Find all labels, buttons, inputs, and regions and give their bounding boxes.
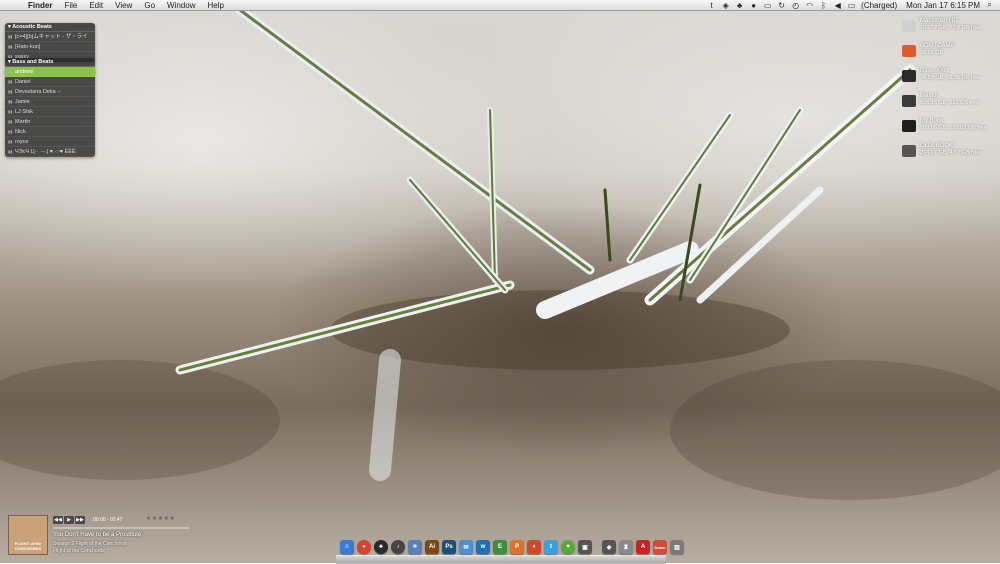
dock-chrome-icon[interactable]: ● xyxy=(357,540,371,554)
external-drive-icon xyxy=(902,120,916,132)
dock-itunes-icon[interactable]: ♪ xyxy=(391,540,405,554)
drive-old-book[interactable]: OLD_BOOK 234.97 GB, 47.7 GB free xyxy=(902,143,992,168)
drive-info: 999.86 GB, 129.83 GB free xyxy=(920,125,987,131)
drive-macintosh-hd[interactable]: Macintosh HD 199.72 GB, 77.8 GB free xyxy=(902,18,992,43)
desktop-wallpaper xyxy=(0,0,1000,563)
list-item[interactable]: ▮▮ royce xyxy=(5,137,95,147)
playlist-panel-bass: ▾ Bass and Beats ▮▮ andrew ▮▮ Daniel ▮▮ Dev… xyxy=(5,58,95,157)
dock-trash-icon[interactable]: ▥ xyxy=(670,540,684,554)
dock-adobe-icon[interactable]: A xyxy=(636,540,650,554)
menu-view[interactable]: View xyxy=(109,1,138,10)
dock-finder-icon[interactable]: ☺ xyxy=(340,540,354,554)
dropbox-icon[interactable]: ◈ xyxy=(721,1,730,10)
list-item[interactable]: ▮▮ andrew xyxy=(5,67,95,77)
spotlight-icon[interactable]: ⌕ xyxy=(985,0,994,10)
playlist-title[interactable]: ▾ Acoustic Beats xyxy=(5,23,95,32)
track-album: Season 2 Flight of the Conchords xyxy=(53,541,128,547)
list-item[interactable]: ▮▮ Nick xyxy=(5,127,95,137)
battery-label: (Charged) xyxy=(861,0,898,10)
track-progress[interactable] xyxy=(53,527,189,529)
menu-bar: Finder File Edit View Go Window Help t ◈… xyxy=(0,0,1000,11)
dock-downloads-icon[interactable]: Down xyxy=(653,540,667,554)
drive-name: Maxtor xyxy=(920,93,939,99)
ipod-drive-icon xyxy=(902,70,916,82)
dock-feed-reader-icon[interactable]: ♦ xyxy=(527,540,541,554)
sync-icon[interactable]: ↻ xyxy=(777,1,786,10)
rating-stars[interactable]: ★★★★★ xyxy=(146,515,175,522)
apple-drive-icon xyxy=(902,20,916,32)
windows-drive-icon xyxy=(902,45,916,57)
drive-name: BOOTCAMP xyxy=(920,43,955,49)
drive-name: Bass_iPod xyxy=(920,68,949,74)
mirror-icon[interactable]: ▭ xyxy=(763,1,772,10)
album-art[interactable]: FLIGHT of the CONCHORDS xyxy=(8,515,48,555)
menu-help[interactable]: Help xyxy=(201,1,229,10)
status-area: t ◈ ♣ ● ▭ ↻ ◴ ◠ ᛒ ◀ ▭ (Charged) Mon Jan … xyxy=(707,0,1000,10)
dock-illustrator-icon[interactable]: Ai xyxy=(425,540,439,554)
drive-info: 234.97 GB, 47.7 GB free xyxy=(920,150,981,156)
menu-go[interactable]: Go xyxy=(138,1,161,10)
previous-button[interactable]: ◀◀ xyxy=(53,516,63,524)
next-button[interactable]: ▶▶ xyxy=(75,516,85,524)
list-item[interactable]: ▮▮ Daniel xyxy=(5,77,95,87)
drive-name: Macintosh HD xyxy=(920,18,958,24)
dock-photo-booth-icon[interactable]: ▣ xyxy=(578,540,592,554)
play-button[interactable]: ▶ xyxy=(64,516,74,524)
list-item[interactable]: ▮▮ ЧЭсЧ Ц·· ·-·.| ♥.·:·♥ ЁЁЁ xyxy=(5,147,95,157)
evernote-icon[interactable]: ● xyxy=(749,1,758,10)
menu-window[interactable]: Window xyxy=(161,1,201,10)
dock-evernote-icon[interactable]: E xyxy=(493,540,507,554)
dock-adium-icon[interactable]: ♣ xyxy=(374,540,388,554)
drive-info: 74.52 GB, 66.95 GB free xyxy=(920,75,981,81)
list-item[interactable]: ▮▮ Jamie xyxy=(5,97,95,107)
bluetooth-icon[interactable]: ᛒ xyxy=(819,1,828,10)
dock-preview-icon[interactable]: ⌗ xyxy=(408,540,422,554)
external-drive-icon xyxy=(902,95,916,107)
growl-icon[interactable]: ♣ xyxy=(735,1,744,10)
dock-photoshop-icon[interactable]: Ps xyxy=(442,540,456,554)
list-item[interactable]: ▮▮ LJ Shik xyxy=(5,107,95,117)
battery-icon[interactable]: ▭ xyxy=(847,1,856,10)
external-drive-icon xyxy=(902,145,916,157)
playlist-title[interactable]: ▾ Bass and Beats xyxy=(5,58,95,67)
drive-name: My Book xyxy=(920,118,944,124)
track-time: 00:00 - 02:47 xyxy=(93,517,123,523)
dock-pages-icon[interactable]: P xyxy=(510,540,524,554)
playlist-panel-acoustic: ▾ Acoustic Beats ▮▮ [c=4][b]ムキャット - ザ・ライ … xyxy=(5,23,95,62)
playback-controls: ◀◀ ▶ ▶▶ xyxy=(53,516,85,524)
album-art-label: FLIGHT of the CONCHORDS xyxy=(14,541,42,551)
list-item[interactable]: ▮▮ Devastana Deka -- xyxy=(5,87,95,97)
dock-archive-icon[interactable]: ♜ xyxy=(619,540,633,554)
menu-file[interactable]: File xyxy=(58,1,83,10)
menu-finder[interactable]: Finder xyxy=(22,1,58,10)
volume-icon[interactable]: ◀ xyxy=(833,1,842,10)
drive-maxtor[interactable]: Maxtor 596.15 GB, 222 GB free xyxy=(902,93,992,118)
dock-growl-icon[interactable]: ♥ xyxy=(561,540,575,554)
twitter-icon[interactable]: t xyxy=(707,1,716,10)
dock-tweetie-icon[interactable]: t xyxy=(544,540,558,554)
dock-virtualbox-icon[interactable]: ◆ xyxy=(602,540,616,554)
dock-textmate-icon[interactable]: w xyxy=(476,540,490,554)
drive-info: 39.96 GB xyxy=(920,50,944,56)
desktop-drives: Macintosh HD 199.72 GB, 77.8 GB free BOO… xyxy=(902,18,992,168)
track-artist: Flight of the Conchords xyxy=(53,548,105,554)
drive-my-book[interactable]: My Book 999.86 GB, 129.83 GB free xyxy=(902,118,992,143)
drive-name: OLD_BOOK xyxy=(920,143,954,149)
dock-mail-icon[interactable]: ✉ xyxy=(459,540,473,554)
track-title: You Don't Have to be a Prostitute xyxy=(53,532,142,538)
drive-info: 199.72 GB, 77.8 GB free xyxy=(920,25,981,31)
list-item[interactable]: ▮▮ [Hato-kun] xyxy=(5,42,95,52)
list-item[interactable]: ▮▮ [c=4][b]ムキャット - ザ・ライ xyxy=(5,32,95,42)
wifi-icon[interactable]: ◠ xyxy=(805,1,814,10)
time-machine-icon[interactable]: ◴ xyxy=(791,1,800,10)
drive-info: 596.15 GB, 222 GB free xyxy=(920,100,980,106)
menu-edit[interactable]: Edit xyxy=(83,1,109,10)
clock[interactable]: Mon Jan 17 6:15 PM xyxy=(906,1,980,10)
list-item[interactable]: ▮▮ Martin xyxy=(5,117,95,127)
drive-bootcamp[interactable]: BOOTCAMP 39.96 GB xyxy=(902,43,992,68)
dock: ☺ ● ♣ ♪ ⌗ Ai Ps ✉ w E P ♦ t ♥ ▣ ◆ ♜ A Down ▥ xyxy=(340,540,684,554)
drive-bass-ipod[interactable]: Bass_iPod 74.52 GB, 66.95 GB free xyxy=(902,68,992,93)
